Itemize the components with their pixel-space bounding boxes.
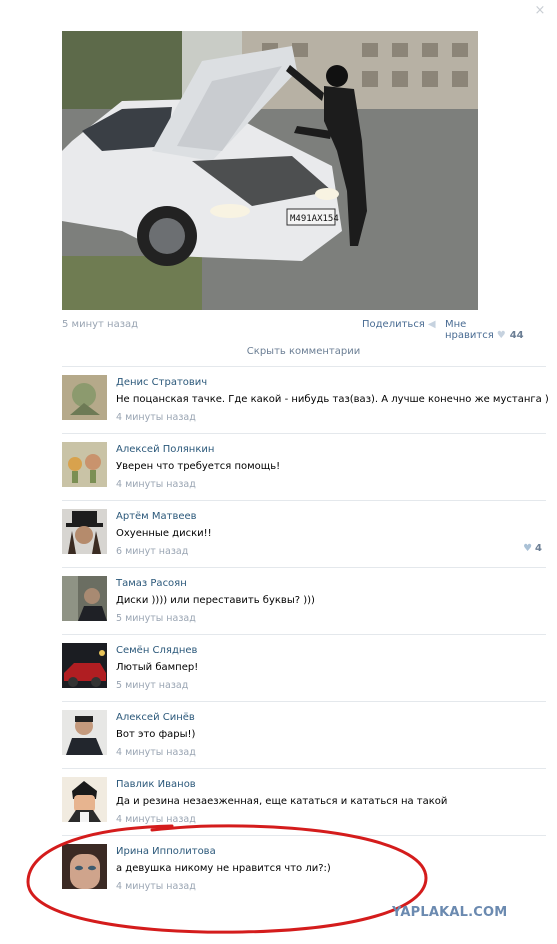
svg-text:М491АХ154: М491АХ154 <box>290 214 339 224</box>
hide-comments-link[interactable]: Скрыть комментарии <box>62 346 545 357</box>
comment-author[interactable]: Ирина Ипполитова <box>116 846 216 857</box>
comment-text: Не поцанская тачке. Где какой - нибудь т… <box>116 394 549 405</box>
car-photo-image: М491АХ154 <box>62 31 478 310</box>
comment-text: Вот это фары!) <box>116 729 196 740</box>
avatar[interactable] <box>62 777 107 822</box>
avatar[interactable] <box>62 375 107 420</box>
post-timestamp[interactable]: 5 минут назад <box>62 319 138 330</box>
comment-time[interactable]: 4 минуты назад <box>116 814 196 825</box>
comment-text: Да и резина незаезженная, еще кататься и… <box>116 796 448 807</box>
comment-item: Денис Стратович Не поцанская тачке. Где … <box>62 366 549 433</box>
like-label: Мне нравится <box>445 319 494 341</box>
comment-author[interactable]: Алексей Синёв <box>116 712 195 723</box>
like-button[interactable]: Мне нравится ♥ 44 <box>445 319 542 341</box>
comment-text: Диски )))) или переставить буквы? ))) <box>116 595 315 606</box>
heart-icon: ♥ <box>496 330 506 341</box>
comment-like-button[interactable]: ♥ 4 <box>523 543 542 554</box>
comment-text: Лютый бампер! <box>116 662 199 673</box>
avatar[interactable] <box>62 442 107 487</box>
comment-item: Алексей Синёв Вот это фары!) 4 минуты на… <box>62 701 546 768</box>
megaphone-icon: ◀ <box>427 319 436 330</box>
close-icon[interactable]: × <box>533 4 547 18</box>
comment-author[interactable]: Павлик Иванов <box>116 779 196 790</box>
comment-like-count: 4 <box>535 543 542 554</box>
share-button[interactable]: Поделиться ◀ <box>362 319 436 330</box>
comment-text: Охуенные диски!! <box>116 528 212 539</box>
comment-time[interactable]: 4 минуты назад <box>116 479 196 490</box>
comment-item: Тамаз Расоян Диски )))) или переставить … <box>62 567 546 634</box>
comments-list: Денис Стратович Не поцанская тачке. Где … <box>62 366 549 902</box>
avatar[interactable] <box>62 710 107 755</box>
comment-author[interactable]: Семён Сляднев <box>116 645 197 656</box>
heart-icon: ♥ <box>523 543 533 554</box>
comment-author[interactable]: Артём Матвеев <box>116 511 197 522</box>
post-meta-row: 5 минут назад Поделиться ◀ Мне нравится ♥ 4… <box>62 317 542 341</box>
avatar[interactable] <box>62 844 107 889</box>
comment-time[interactable]: 4 минуты назад <box>116 747 196 758</box>
comment-text: а девушка никому не нравится что ли?:) <box>116 863 331 874</box>
post-photo[interactable]: М491АХ154 <box>62 31 478 310</box>
comment-author[interactable]: Тамаз Расоян <box>116 578 187 589</box>
comment-text: Уверен что требуется помощь! <box>116 461 281 472</box>
comment-time[interactable]: 5 минуты назад <box>116 613 196 624</box>
comment-item: Алексей Полянкин Уверен что требуется по… <box>62 433 546 500</box>
avatar[interactable] <box>62 509 107 554</box>
comment-time[interactable]: 4 минуты назад <box>116 412 196 423</box>
comment-item: Семён Сляднев Лютый бампер! 5 минут наза… <box>62 634 546 701</box>
comment-item: Ирина Ипполитова а девушка никому не нра… <box>62 835 546 902</box>
comment-item: Павлик Иванов Да и резина незаезженная, … <box>62 768 546 835</box>
comment-author[interactable]: Алексей Полянкин <box>116 444 214 455</box>
comment-item: Артём Матвеев Охуенные диски!! 6 минут н… <box>62 500 546 567</box>
comment-time[interactable]: 5 минут назад <box>116 680 188 691</box>
comment-author[interactable]: Денис Стратович <box>116 377 207 388</box>
avatar[interactable] <box>62 576 107 621</box>
like-count: 44 <box>509 330 524 341</box>
comment-time[interactable]: 6 минут назад <box>116 546 188 557</box>
share-label: Поделиться <box>362 319 425 330</box>
comment-time[interactable]: 4 минуты назад <box>116 881 196 892</box>
avatar[interactable] <box>62 643 107 688</box>
watermark-logo: YAPLAKAL.COM <box>392 905 508 920</box>
